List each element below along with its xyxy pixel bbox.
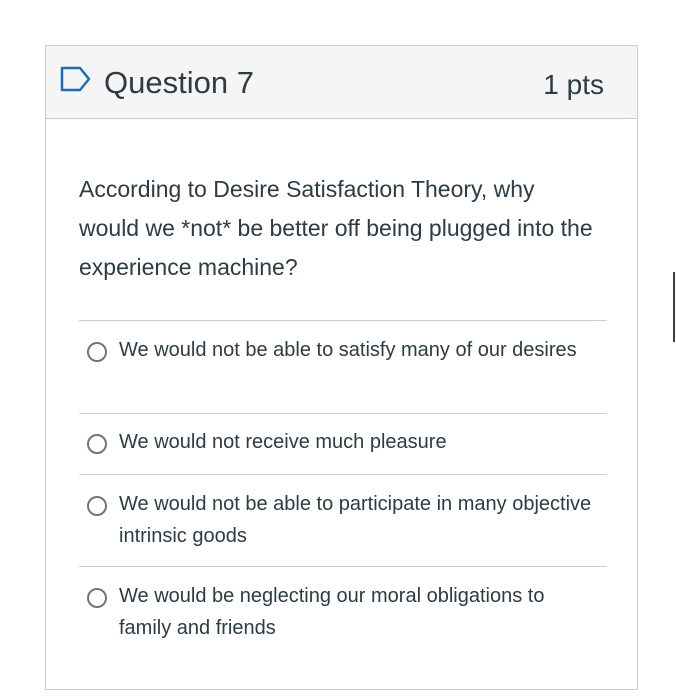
answer-option[interactable]: We would not receive much pleasure [79,413,607,474]
question-card: Question 7 1 pts According to Desire Sat… [45,45,638,690]
question-text: According to Desire Satisfaction Theory,… [79,176,593,280]
radio-button[interactable] [87,342,107,362]
answer-option[interactable]: We would not be able to participate in m… [79,474,607,566]
question-points: 1 pts [543,69,604,100]
question-title: Question 7 [104,65,254,100]
radio-button[interactable] [87,496,107,516]
window-edge-divider [673,272,675,342]
answer-option[interactable]: We would not be able to satisfy many of … [79,320,607,413]
answer-label[interactable]: We would be neglecting our moral obligat… [119,580,599,644]
answer-option[interactable]: We would be neglecting our moral obligat… [79,566,607,658]
answer-list: We would not be able to satisfy many of … [79,320,607,658]
flag-question-icon[interactable] [60,66,92,92]
radio-button[interactable] [87,588,107,608]
answer-label[interactable]: We would not be able to participate in m… [119,488,599,552]
answer-label[interactable]: We would not receive much pleasure [119,426,599,458]
question-header: Question 7 1 pts [46,46,637,119]
answer-label[interactable]: We would not be able to satisfy many of … [119,334,599,366]
radio-button[interactable] [87,434,107,454]
